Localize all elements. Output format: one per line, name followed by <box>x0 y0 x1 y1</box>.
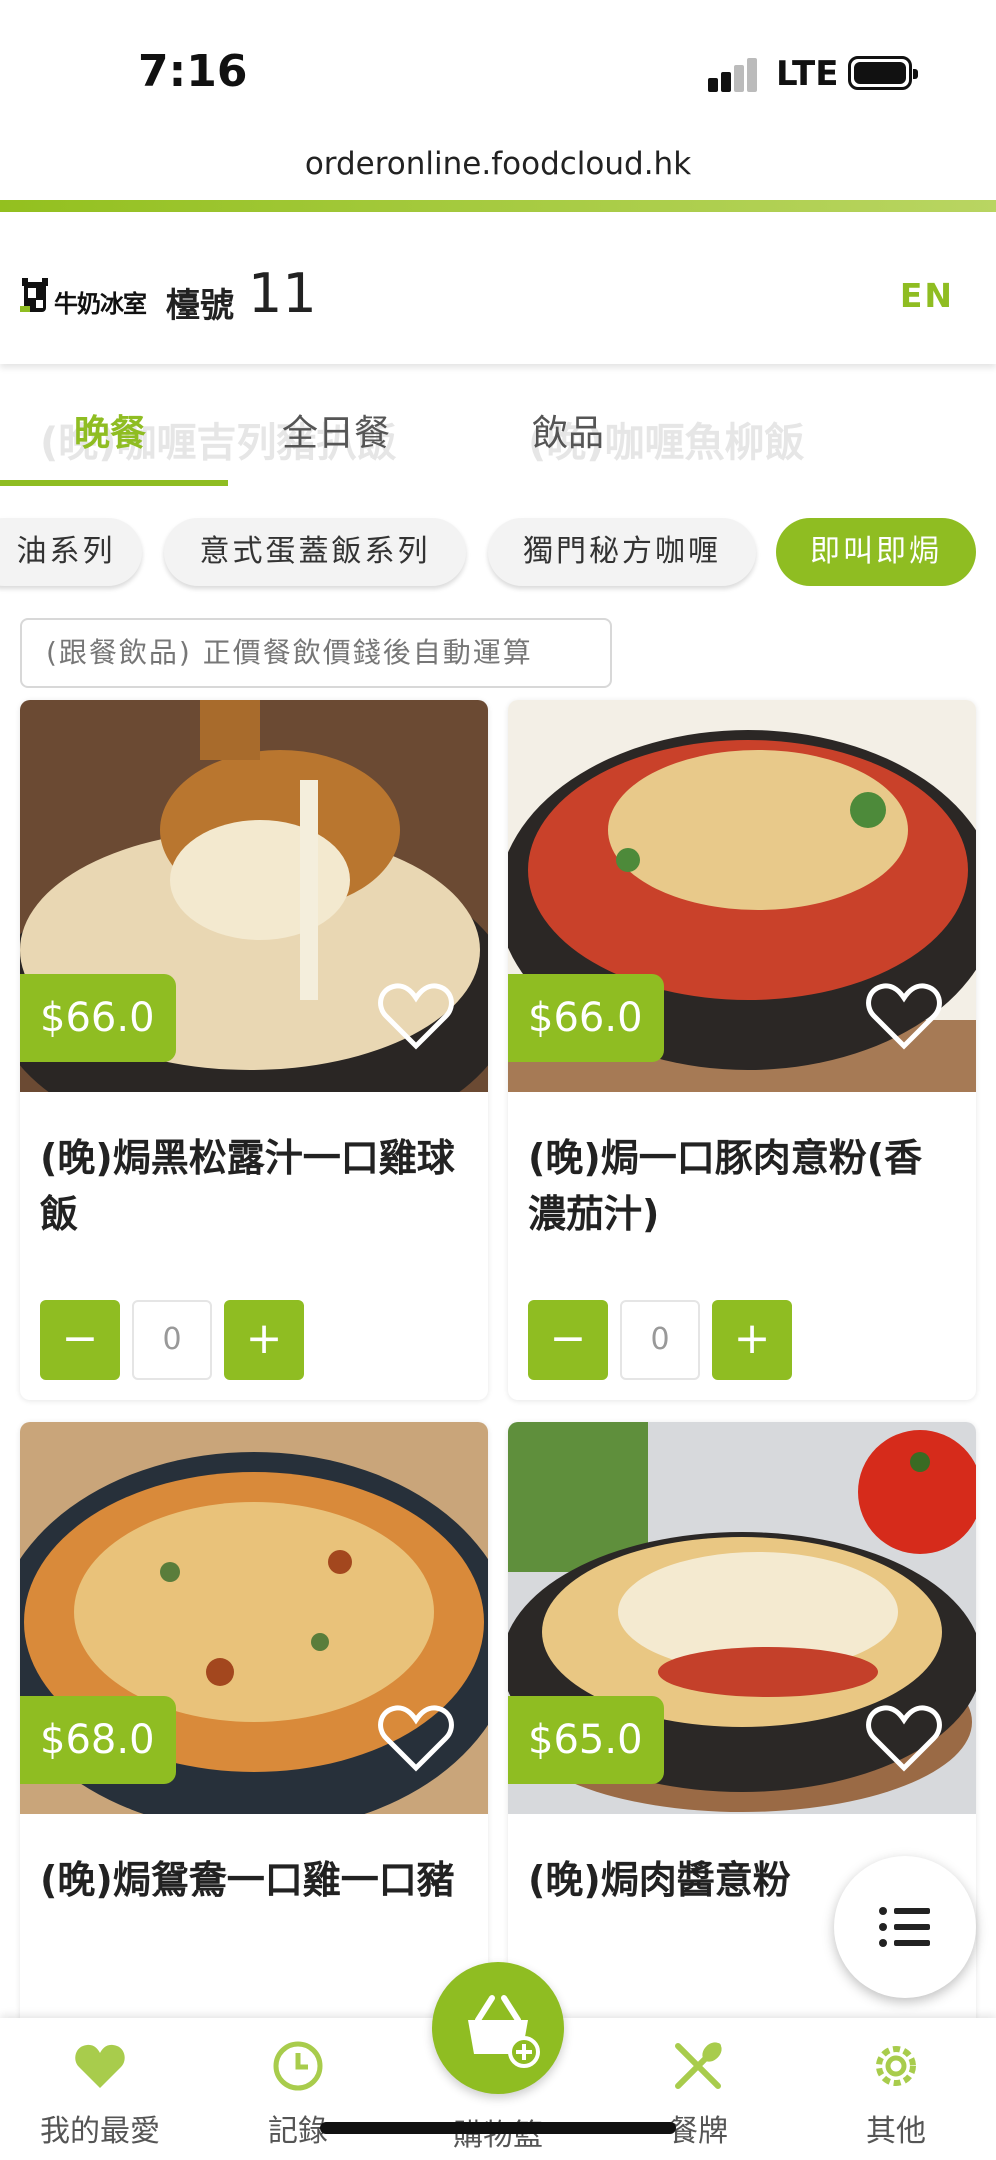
battery-icon <box>848 56 918 90</box>
status-time: 7:16 <box>138 46 248 97</box>
price-badge: $66.0 <box>20 974 176 1062</box>
category-chip-italian-egg-rice[interactable]: 意式蛋蓋飯系列 <box>164 518 466 586</box>
menu-tabs: (晚)咖喱吉列豬扒飯 (晚)咖喱魚柳飯 晚餐 全日餐 飲品 <box>0 368 996 488</box>
quantity-value[interactable]: 0 <box>132 1300 212 1380</box>
favorite-heart-icon[interactable] <box>864 1702 944 1774</box>
nav-label: 我的最愛 <box>40 2114 160 2149</box>
list-icon <box>879 1907 930 1947</box>
utensils-icon <box>675 2042 722 2089</box>
nav-label: 其他 <box>866 2114 926 2149</box>
cow-logo-icon <box>20 278 48 312</box>
active-tab-indicator <box>0 480 228 486</box>
gear-icon <box>876 2046 916 2086</box>
price-badge: $66.0 <box>508 974 664 1062</box>
product-name: (晚)焗鴛鴦一口雞一口豬 <box>40 1858 455 1902</box>
basket-icon <box>468 1995 540 2068</box>
favorite-heart-icon[interactable] <box>376 1702 456 1774</box>
product-name: (晚)焗一口豚肉意粉(香濃茄汁) <box>528 1136 923 1236</box>
tab-drinks[interactable]: 飲品 <box>532 404 604 456</box>
decrease-button[interactable]: − <box>40 1300 120 1380</box>
network-type: LTE <box>776 54 839 94</box>
tab-dinner[interactable]: 晚餐 <box>74 404 146 456</box>
cart-button[interactable] <box>432 1962 564 2094</box>
category-chips: 油系列 意式蛋蓋飯系列 獨門秘方咖喱 即叫即焗 <box>0 500 996 600</box>
product-name: (晚)焗黑松露汁一口雞球飯 <box>40 1136 455 1236</box>
quantity-stepper: − 0 + <box>40 1300 400 1380</box>
signal-icon <box>708 58 760 92</box>
product-card[interactable]: $65.0 (晚)焗肉醬意粉 <box>508 1422 976 2122</box>
clock-icon <box>273 2041 323 2091</box>
table-number: 11 <box>248 262 317 325</box>
home-indicator <box>320 2122 676 2134</box>
product-card[interactable]: $66.0 (晚)焗一口豚肉意粉(香濃茄汁) − 0 + <box>508 700 976 1400</box>
status-bar: 7:16 LTE orderonline.foodcloud.hk <box>0 0 996 182</box>
category-chip-oil[interactable]: 油系列 <box>0 518 142 586</box>
category-chip-baked[interactable]: 即叫即焗 <box>776 518 976 586</box>
quantity-stepper: − 0 + <box>528 1300 888 1380</box>
price-badge: $68.0 <box>20 1696 176 1784</box>
increase-button[interactable]: + <box>712 1300 792 1380</box>
price-badge: $65.0 <box>508 1696 664 1784</box>
language-toggle[interactable]: EN <box>900 276 954 315</box>
app-header: 牛奶冰室 檯號 11 EN <box>0 212 996 364</box>
product-card[interactable]: $68.0 (晚)焗鴛鴦一口雞一口豬 <box>20 1422 488 2122</box>
brand-logo: 牛奶冰室 <box>20 276 150 320</box>
brand-name: 牛奶冰室 <box>54 290 147 318</box>
nav-menu[interactable]: 餐牌 <box>598 2018 798 2160</box>
category-chip-curry[interactable]: 獨門秘方咖喱 <box>488 518 756 586</box>
nav-more[interactable]: 其他 <box>796 2018 996 2160</box>
decrease-button[interactable]: − <box>528 1300 608 1380</box>
increase-button[interactable]: + <box>224 1300 304 1380</box>
quantity-value[interactable]: 0 <box>620 1300 700 1380</box>
nav-favorites[interactable]: 我的最愛 <box>0 2018 200 2160</box>
page-load-bar <box>0 200 996 212</box>
category-list-button[interactable] <box>834 1856 976 1998</box>
favorite-heart-icon[interactable] <box>864 980 944 1052</box>
drink-price-notice: (跟餐飲品) 正價餐飲價錢後自動運算 <box>20 618 612 688</box>
browser-url[interactable]: orderonline.foodcloud.hk <box>0 146 996 182</box>
heart-icon <box>75 2044 125 2088</box>
product-card[interactable]: $66.0 (晚)焗黑松露汁一口雞球飯 − 0 + <box>20 700 488 1400</box>
favorite-heart-icon[interactable] <box>376 980 456 1052</box>
table-label: 檯號 <box>166 286 234 326</box>
tab-all-day[interactable]: 全日餐 <box>282 404 390 456</box>
nav-history[interactable]: 記錄 <box>198 2018 398 2160</box>
